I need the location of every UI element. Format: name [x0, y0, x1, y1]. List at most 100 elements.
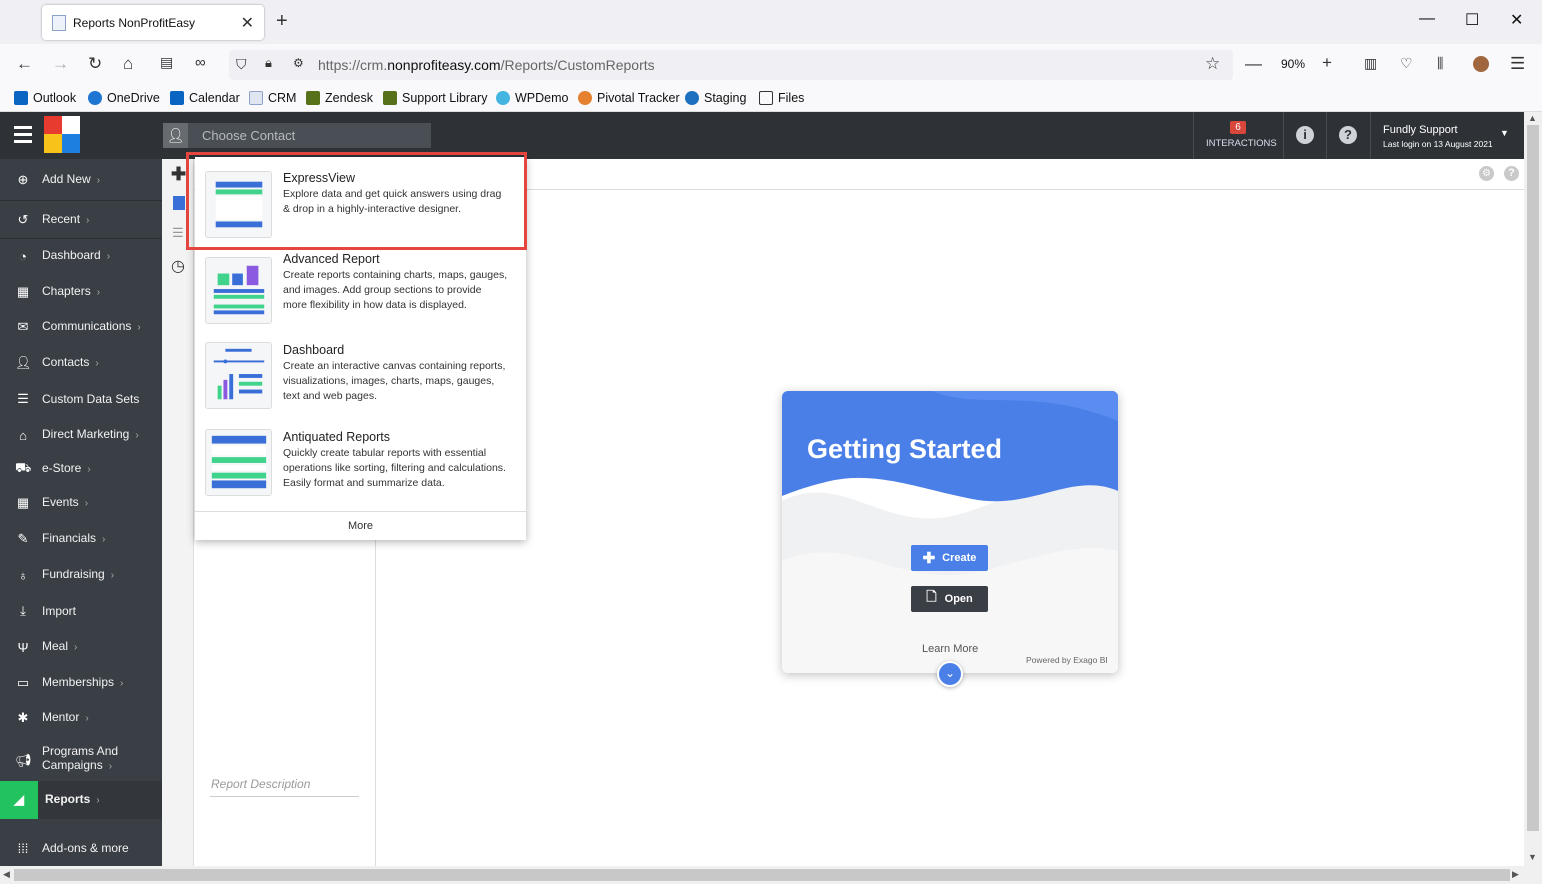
bookmark-support-library[interactable]: Support Library: [383, 91, 487, 105]
help-icon[interactable]: ?: [1504, 166, 1519, 181]
bookmark-star-icon[interactable]: ☆: [1205, 54, 1220, 74]
vertical-scrollbar-thumb[interactable]: [1527, 125, 1539, 831]
sidebar-item-add-ons[interactable]: ⁞⁞⁞ Add-ons & more: [0, 840, 162, 856]
shield-icon[interactable]: ⛉: [236, 56, 247, 73]
browser-tab[interactable]: Reports NonProfitEasy ✕: [42, 5, 264, 40]
sidebar-divider: [0, 200, 162, 201]
maximize-window-button[interactable]: ☐: [1465, 10, 1479, 30]
url-text[interactable]: https://crm.nonprofiteasy.com/Reports/Cu…: [318, 57, 655, 73]
bookmark-pivotal-tracker[interactable]: Pivotal Tracker: [578, 91, 680, 105]
idcard-icon: ▭: [16, 675, 30, 690]
reader-view-icon[interactable]: ▥: [1364, 55, 1377, 72]
mentor-icon: ✱: [17, 710, 29, 725]
learn-more-link[interactable]: Learn More: [922, 643, 978, 655]
lock-icon[interactable]: 🔒︎: [265, 55, 272, 71]
sidebar-toggle-icon[interactable]: ▤: [160, 54, 173, 71]
home-button[interactable]: ⌂: [123, 54, 133, 74]
utensils-icon: Ψ: [17, 639, 29, 655]
bookmark-onedrive[interactable]: OneDrive: [88, 91, 160, 105]
account-avatar[interactable]: [1473, 56, 1489, 72]
sidebar-item-add-new[interactable]: ⊕ Add New ›: [0, 172, 162, 187]
antiquated-reports-thumbnail-icon: [205, 429, 272, 496]
zoom-in-button[interactable]: +: [1322, 53, 1332, 73]
bookmark-zendesk[interactable]: Zendesk: [306, 91, 373, 105]
sidebar-item-dashboard[interactable]: ◔ Dashboard ›: [0, 248, 162, 264]
report-tab-icon[interactable]: [173, 196, 185, 210]
building-icon: ⌂: [19, 427, 27, 443]
user-menu-caret-icon[interactable]: ▼: [1500, 128, 1509, 138]
page-favicon-icon: [52, 14, 66, 31]
zoom-out-button[interactable]: —: [1245, 54, 1262, 74]
bookmark-wpdemo[interactable]: WPDemo: [496, 91, 568, 105]
sidebar-item-contacts[interactable]: 👤︎ Contacts ›: [0, 355, 162, 370]
open-report-button[interactable]: 🗋 Open: [911, 586, 988, 612]
sidebar-item-communications[interactable]: ✉ Communications ›: [0, 319, 162, 334]
menu-icon[interactable]: ☰: [1510, 54, 1525, 74]
close-window-button[interactable]: ✕: [1510, 10, 1523, 30]
bookmark-calendar[interactable]: Calendar: [170, 91, 240, 105]
bookmark-staging[interactable]: Staging: [685, 91, 746, 105]
app-logo[interactable]: [44, 116, 80, 153]
create-report-button[interactable]: ✚ Create: [911, 545, 988, 571]
bookmark-files[interactable]: Files: [759, 91, 804, 105]
sidebar-item-programs-and-campaigns[interactable]: 📢︎ Programs And Campaigns ›: [0, 744, 162, 773]
forward-button[interactable]: →: [52, 54, 69, 74]
chevron-right-icon: ›: [120, 678, 124, 689]
scroll-up-arrow-icon[interactable]: ▲: [1528, 113, 1537, 123]
sidebar-item-memberships[interactable]: ▭ Memberships ›: [0, 675, 162, 690]
help-icon[interactable]: ?: [1339, 126, 1357, 144]
apps-icon: ⁞⁞⁞: [17, 840, 29, 856]
back-button[interactable]: ←: [16, 54, 33, 74]
scroll-down-arrow-icon[interactable]: ▼: [1528, 852, 1537, 862]
clock-icon[interactable]: ◷: [171, 256, 185, 276]
pocket-icon[interactable]: ♡: [1400, 55, 1413, 72]
info-icon[interactable]: i: [1296, 126, 1314, 144]
plus-circle-icon: ⊕: [17, 172, 29, 187]
library-icon[interactable]: ⫼: [1437, 55, 1443, 72]
scroll-left-arrow-icon[interactable]: ◀: [3, 869, 10, 880]
private-mask-icon[interactable]: ∞: [195, 54, 206, 71]
dropdown-item-dashboard[interactable]: Dashboard Create an interactive canvas c…: [195, 342, 526, 422]
database-icon[interactable]: ☰: [172, 225, 184, 241]
interactions-count-badge[interactable]: 6: [1230, 121, 1246, 134]
bookmark-crm[interactable]: CRM: [249, 91, 296, 105]
sidebar-item-custom-data-sets[interactable]: ☰ Custom Data Sets: [0, 391, 162, 406]
horizontal-scrollbar-thumb[interactable]: [14, 869, 1510, 881]
sidebar-item-fundraising[interactable]: ♁ Fundraising ›: [0, 567, 162, 583]
reload-button[interactable]: ↻: [88, 54, 102, 74]
close-tab-icon[interactable]: ✕: [241, 13, 254, 33]
tab-title: Reports NonProfitEasy: [73, 15, 196, 30]
dropdown-item-advanced-report[interactable]: Advanced Report Create reports containin…: [195, 249, 526, 337]
scroll-right-arrow-icon[interactable]: ▶: [1512, 869, 1519, 880]
settings-icon[interactable]: ⚙: [1479, 166, 1494, 181]
sidebar-item-events[interactable]: ▦ Events ›: [0, 495, 162, 510]
dropdown-item-antiquated-reports[interactable]: Antiquated Reports Quickly create tabula…: [195, 423, 526, 503]
chevron-down-icon[interactable]: ⌄: [937, 661, 963, 687]
sidebar-item-reports[interactable]: ◢ Reports ›: [0, 792, 162, 807]
new-report-plus-icon[interactable]: ✚: [171, 164, 186, 185]
permissions-icon[interactable]: ⚙: [293, 56, 304, 70]
sidebar-item-e-store[interactable]: ⛟ e-Store ›: [0, 460, 162, 476]
new-tab-button[interactable]: +: [276, 10, 288, 33]
report-description-input[interactable]: Report Description: [211, 777, 310, 791]
user-icon: 👤︎: [15, 355, 32, 370]
sidebar-item-direct-marketing[interactable]: ⌂ Direct Marketing ›: [0, 427, 162, 443]
minimize-window-button[interactable]: —: [1419, 10, 1435, 28]
user-name[interactable]: Fundly Support: [1383, 124, 1458, 136]
sidebar-item-import[interactable]: ⤓ Import: [0, 603, 162, 618]
onedrive-icon: [88, 91, 102, 105]
chevron-right-icon: ›: [110, 570, 115, 581]
sidebar-item-chapters[interactable]: ▦ Chapters ›: [0, 284, 162, 299]
sidebar-item-meal[interactable]: Ψ Meal ›: [0, 639, 162, 655]
expressview-highlight-box: [186, 152, 527, 250]
sidebar-item-mentor[interactable]: ✱ Mentor ›: [0, 710, 162, 725]
dropdown-item-description: Quickly create tabular reports with esse…: [283, 447, 506, 489]
hamburger-menu-icon[interactable]: [14, 126, 32, 144]
interactions-label[interactable]: INTERACTIONS: [1206, 138, 1277, 149]
grid-icon: ▦: [16, 284, 30, 299]
zoom-level[interactable]: 90%: [1281, 57, 1305, 71]
bookmark-outlook[interactable]: Outlook: [14, 91, 76, 105]
sidebar-item-financials[interactable]: ✎ Financials ›: [0, 531, 162, 546]
sidebar-item-recent[interactable]: ↺ Recent ›: [0, 212, 162, 227]
dropdown-more-link[interactable]: More: [195, 511, 526, 540]
